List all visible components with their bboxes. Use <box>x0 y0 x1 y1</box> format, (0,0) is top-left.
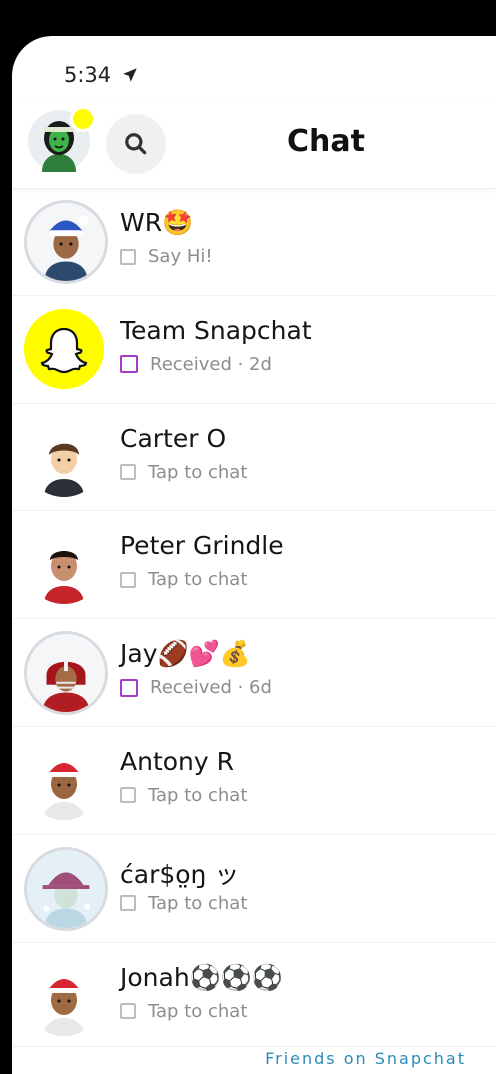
search-icon <box>125 133 147 155</box>
chat-row[interactable]: Jonah⚽⚽⚽ Tap to chat <box>12 943 496 1051</box>
chat-row[interactable]: Peter Grindle Tap to chat <box>12 511 496 620</box>
chat-status-text: Tap to chat <box>148 569 248 591</box>
friend-avatar[interactable] <box>24 308 104 389</box>
chat-row[interactable]: WR🤩 Say Hi! <box>12 188 496 296</box>
chat-status: Tap to chat <box>120 462 247 483</box>
friends-footer[interactable]: Friends on Snapchat <box>12 1046 496 1074</box>
friend-name: Jonah⚽⚽⚽ <box>120 962 284 992</box>
chat-status: Tap to chat <box>120 893 247 914</box>
page-title: Chat <box>287 124 365 159</box>
chat-status-text: Tap to chat <box>148 461 248 483</box>
friend-avatar[interactable] <box>24 524 104 605</box>
chat-status-text: Say Hi! <box>148 246 213 267</box>
chat-row[interactable]: Antony R Tap to chat <box>12 727 496 835</box>
chat-icon <box>120 895 136 912</box>
friend-name: Antony R <box>120 746 235 776</box>
chat-icon <box>120 464 136 481</box>
chat-status: Tap to chat <box>120 569 247 590</box>
bitmoji-avatar-icon <box>24 524 104 605</box>
chat-icon <box>120 571 136 588</box>
received-snap-icon <box>120 355 138 374</box>
chat-status-text: Tap to chat <box>148 1000 248 1022</box>
chat-status-text: Received · 6d <box>150 677 272 699</box>
friend-avatar[interactable] <box>24 200 108 284</box>
chat-row[interactable]: ćar$o̤ŋ ッ Tap to chat <box>12 835 496 943</box>
received-snap-icon <box>120 678 138 697</box>
chat-status: Received · 2d <box>120 354 272 375</box>
chat-screen: 5:34 Chat WR🤩 Say Hi! Team Snapchat Rece… <box>12 36 496 1074</box>
chat-icon <box>120 1003 136 1020</box>
chat-status: Say Hi! <box>120 246 213 267</box>
bitmoji-avatar-icon <box>27 634 105 713</box>
friend-avatar[interactable] <box>24 846 108 931</box>
friends-on-snapchat-label[interactable]: Friends on Snapchat <box>265 1049 466 1068</box>
chat-row[interactable]: Jay🏈💕💰 Received · 6d <box>12 619 496 727</box>
friend-name: Jay🏈💕💰 <box>120 639 251 669</box>
friend-avatar[interactable] <box>24 631 108 716</box>
friend-avatar[interactable] <box>24 416 104 497</box>
profile-avatar[interactable] <box>28 106 96 172</box>
friend-name: ćar$o̤ŋ ッ <box>120 859 240 889</box>
chat-status: Tap to chat <box>120 785 247 806</box>
friend-avatar[interactable] <box>24 739 104 820</box>
bitmoji-avatar-icon <box>27 203 105 281</box>
story-indicator <box>70 106 96 132</box>
chat-status: Tap to chat <box>120 1001 247 1022</box>
bitmoji-avatar-icon <box>27 849 105 928</box>
snapchat-ghost-icon <box>24 308 104 389</box>
chat-status: Received · 6d <box>120 677 272 698</box>
search-button[interactable] <box>106 114 166 174</box>
friend-avatar[interactable] <box>24 955 104 1036</box>
location-arrow-icon <box>123 68 137 82</box>
header: Chat <box>12 98 496 189</box>
bitmoji-avatar-icon <box>24 739 104 820</box>
chat-list: WR🤩 Say Hi! Team Snapchat Received · 2d <box>12 188 496 1051</box>
chat-row[interactable]: Team Snapchat Received · 2d <box>12 296 496 404</box>
friend-name: Peter Grindle <box>120 531 284 561</box>
friend-name: Team Snapchat <box>120 315 312 345</box>
status-time: 5:34 <box>64 63 112 87</box>
chat-status-text: Tap to chat <box>148 892 248 914</box>
chat-status-text: Received · 2d <box>150 353 272 375</box>
bitmoji-avatar-icon <box>24 955 104 1036</box>
friend-name: Carter O <box>120 423 227 453</box>
status-bar: 5:34 <box>64 62 139 88</box>
chat-icon <box>120 787 136 804</box>
chat-row[interactable]: Carter O Tap to chat <box>12 404 496 512</box>
bitmoji-avatar-icon <box>24 416 104 497</box>
chat-status-text: Tap to chat <box>148 784 248 806</box>
chat-icon <box>120 248 136 265</box>
friend-name: WR🤩 <box>120 208 194 237</box>
